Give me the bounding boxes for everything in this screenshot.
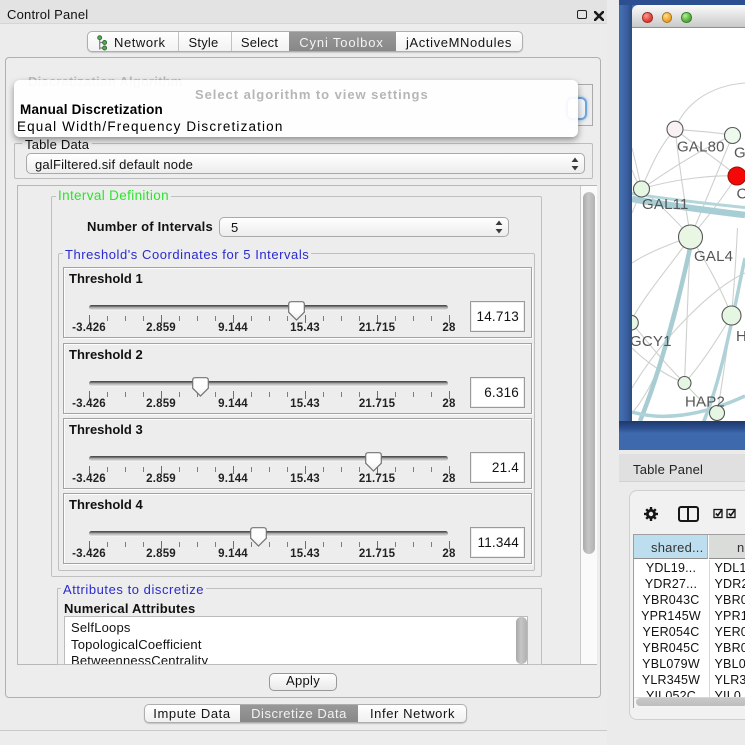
svg-text:GA: GA [734, 145, 745, 162]
svg-text:GAL11: GAL11 [642, 196, 689, 213]
svg-text:HI: HI [736, 328, 745, 345]
svg-text:GCY1: GCY1 [632, 333, 672, 350]
svg-text:GAL4: GAL4 [694, 248, 733, 265]
svg-text:GAL80: GAL80 [677, 139, 725, 156]
svg-text:HAP2: HAP2 [685, 394, 725, 411]
svg-text:CY: CY [737, 186, 745, 203]
